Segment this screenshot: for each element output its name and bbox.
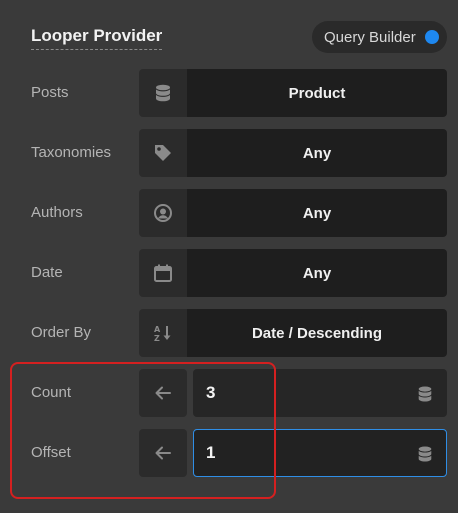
arrow-left-icon[interactable] (139, 429, 187, 477)
authors-label: Authors (31, 204, 83, 221)
count-input[interactable]: 3 (193, 369, 447, 417)
taxonomies-row: Taxonomies Any (0, 129, 458, 177)
date-row: Date Any (0, 249, 458, 297)
database-icon[interactable] (416, 444, 434, 464)
arrow-left-icon[interactable] (139, 369, 187, 417)
toggle-indicator-dot (425, 30, 439, 44)
posts-row: Posts Product (0, 69, 458, 117)
calendar-icon (139, 249, 187, 297)
user-circle-icon (139, 189, 187, 237)
database-icon (139, 69, 187, 117)
svg-text:Z: Z (154, 334, 160, 343)
date-label: Date (31, 264, 63, 281)
posts-label: Posts (31, 84, 69, 101)
taxonomies-label: Taxonomies (31, 144, 112, 161)
offset-input[interactable]: 1 (193, 429, 447, 477)
taxonomies-select[interactable]: Any (187, 129, 447, 177)
posts-select[interactable]: Product (187, 69, 447, 117)
panel-title: Looper Provider (31, 26, 163, 50)
offset-label: Offset (31, 444, 71, 461)
order-by-select[interactable]: Date / Descending (187, 309, 447, 357)
count-label: Count (31, 384, 72, 401)
offset-value: 1 (206, 443, 216, 462)
count-value: 3 (206, 383, 216, 402)
offset-row: Offset 1 (0, 429, 458, 477)
query-builder-toggle[interactable]: Query Builder (312, 21, 447, 53)
query-builder-label: Query Builder (324, 28, 416, 46)
authors-select[interactable]: Any (187, 189, 447, 237)
count-row: Count 3 (0, 369, 458, 417)
database-icon[interactable] (416, 384, 434, 404)
order-by-row: Order By AZ Date / Descending (0, 309, 458, 357)
sort-az-icon: AZ (139, 309, 187, 357)
svg-text:A: A (154, 325, 161, 334)
authors-row: Authors Any (0, 189, 458, 237)
looper-provider-panel: Looper Provider Query Builder Posts Prod… (0, 0, 458, 513)
order-by-label: Order By (31, 324, 92, 341)
tag-icon (139, 129, 187, 177)
date-select[interactable]: Any (187, 249, 447, 297)
